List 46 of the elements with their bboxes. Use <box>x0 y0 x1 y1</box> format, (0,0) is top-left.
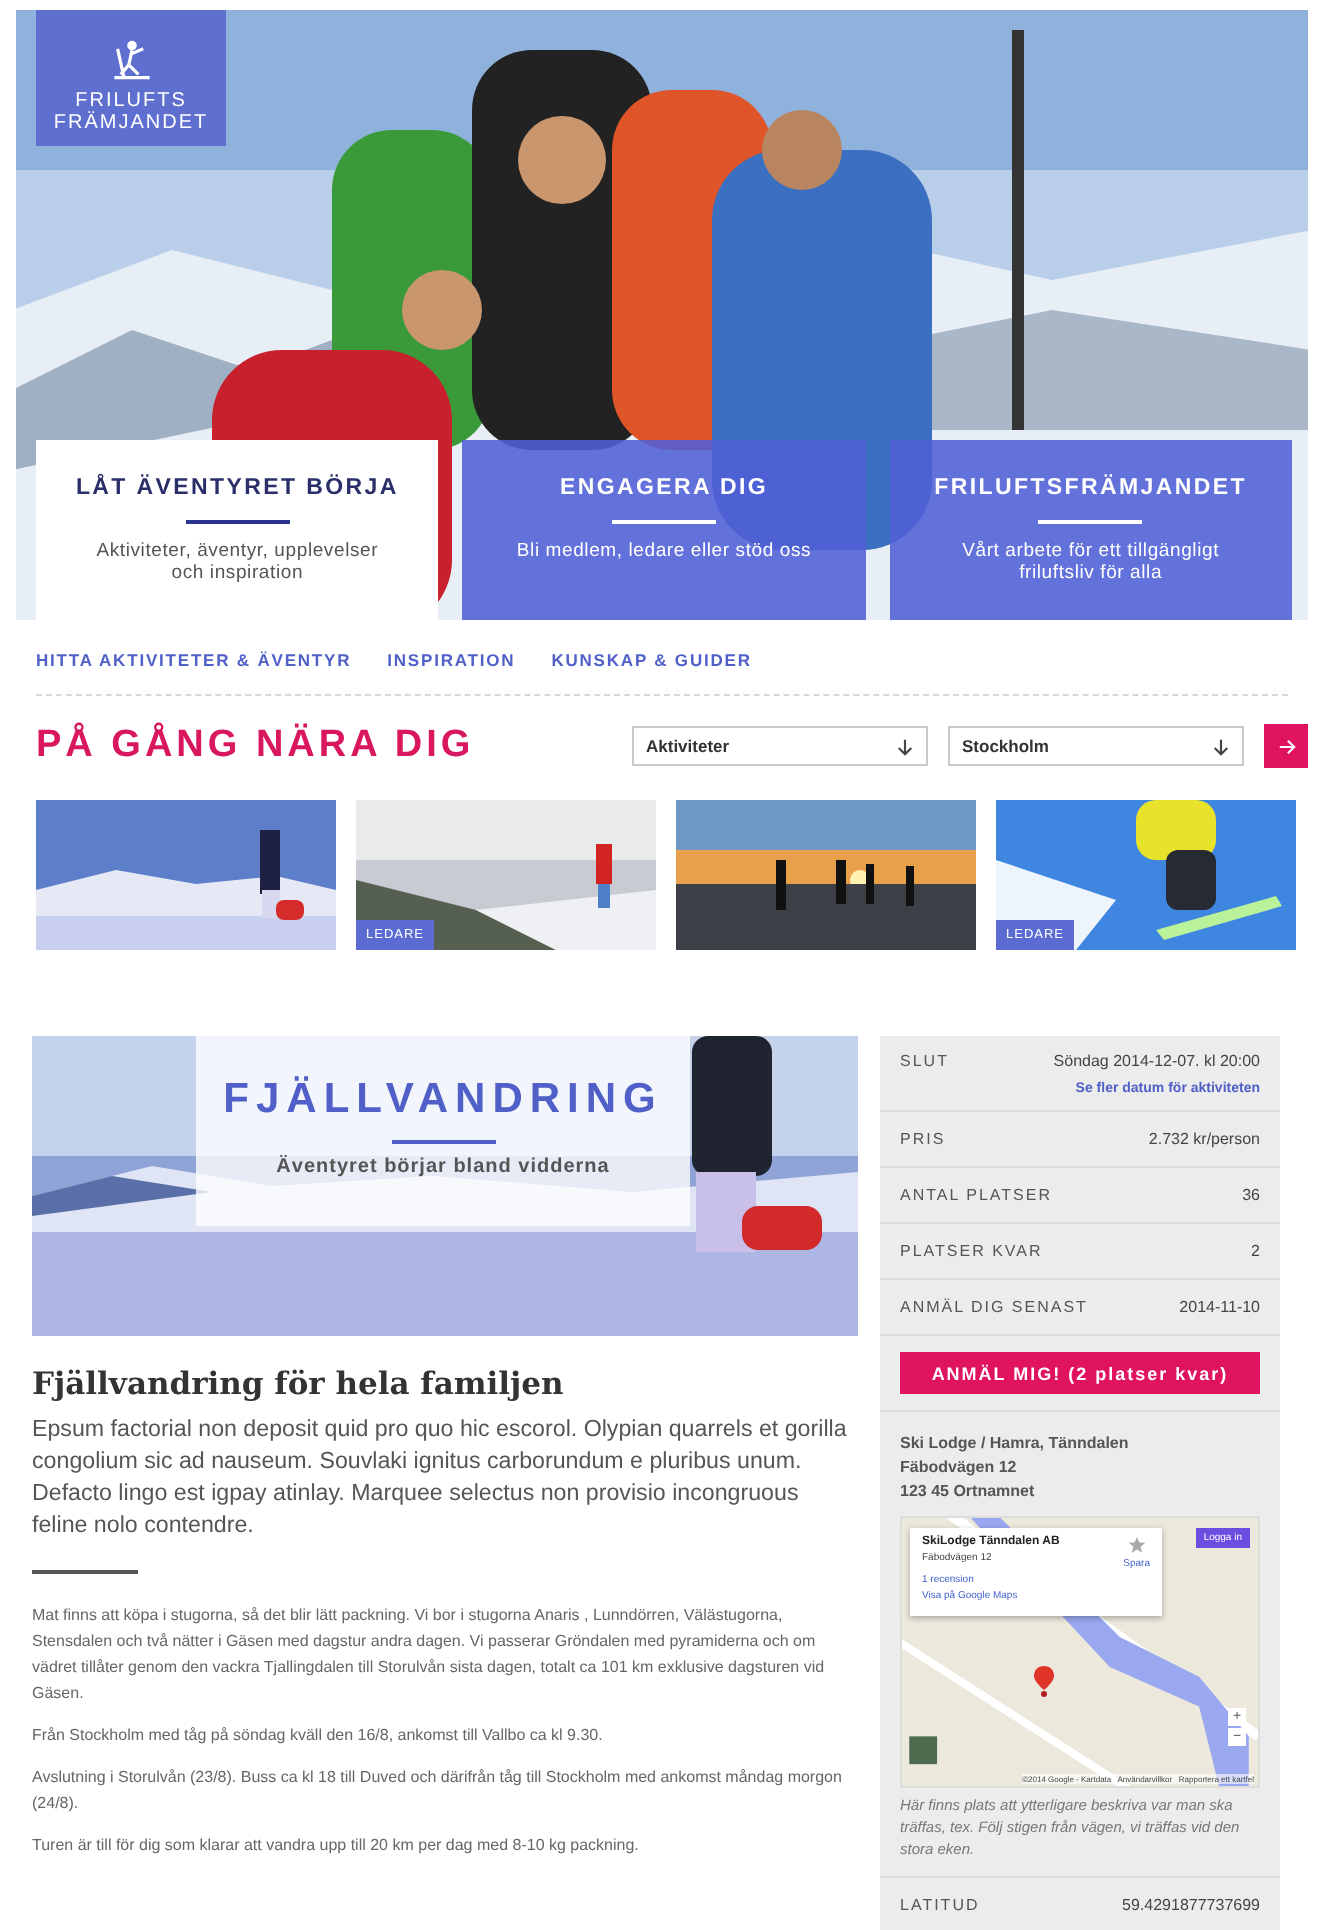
detail-label: ANTAL PLATSER <box>900 1186 1052 1204</box>
dropdown[interactable]: Stockholm <box>948 726 1244 766</box>
nav-link[interactable]: HITTA AKTIVITETER & ÄVENTYR <box>36 650 352 670</box>
detail-value: 36 <box>1242 1186 1260 1204</box>
dropdown[interactable]: Aktiviteter <box>632 726 928 766</box>
card-title: FRILUFTSFRÄMJANDET <box>934 476 1248 500</box>
promo-card[interactable]: LÅT ÄVENTYRET BÖRJA Aktiviteter, äventyr, upplevelser och inspiration <box>36 440 439 620</box>
paragraph: Turen är till för dig som klarar att vandra upp till 20 km per dag med 8-10 kg packning. <box>32 1834 641 1858</box>
detail-label: PRIS <box>900 1130 946 1148</box>
address-line: 123 45 Ortnamnet <box>900 1480 1037 1504</box>
detail-value: 2014-11-10 <box>1179 1298 1260 1316</box>
detail-label: LATITUD <box>900 1895 980 1913</box>
detail-label: SLUT <box>900 1051 949 1069</box>
detail-label: PLATSER KVAR <box>900 1242 1043 1260</box>
map-pin-icon <box>1034 1666 1054 1698</box>
card-subtitle: Vårt arbete för ett tillgängligt friluftsliv för alla <box>960 540 1222 584</box>
nav-link[interactable]: INSPIRATION <box>387 650 516 670</box>
promo-card[interactable]: ENGAGERA DIG Bli medlem, ledare eller stöd oss <box>462 440 866 620</box>
banner-title: FJÄLLVANDRING <box>223 1076 663 1124</box>
paragraph: Mat finns att köpa i stugorna, så det blir lätt packning. Vi bor i stugorna Anaris , Lunndörren, Välästugorna, Stensdalen och två nätter i Gäsen med dagstur andra dagen. Vi passerar Gröndalen med pyramiderna och om vädret tillåter genom den vackra Tjallingdalen till Storulvån sista dagen, totalt ca 101 km exklusive dagsturen vid Gäsen. <box>32 1604 827 1706</box>
star-icon <box>1127 1536 1146 1554</box>
detail-value: Söndag 2014-12-07. kl 20:00 <box>1053 1051 1260 1069</box>
detail-value: 2 <box>1251 1242 1260 1260</box>
down-arrow-icon <box>1212 737 1230 755</box>
signup-button[interactable]: ANMÄL MIG! (2 platser kvar) <box>900 1352 1260 1394</box>
paragraph: Från Stockholm med tåg på söndag kväll den 16/8, ankomst till Vallbo ca kl 9.30. <box>32 1724 605 1748</box>
card-title: LÅT ÄVENTYRET BÖRJA <box>75 476 399 500</box>
card-title: ENGAGERA DIG <box>559 476 769 500</box>
card-subtitle: Aktiviteter, äventyr, upplevelser och inspiration <box>94 540 381 584</box>
detail-value: 2.732 kr/person <box>1148 1130 1260 1148</box>
detail-label: ANMÄL DIG SENAST <box>900 1298 1088 1316</box>
paragraph: Avslutning i Storulvån (23/8). Buss ca kl 18 till Duved och därifrån tåg till Stockholm med ankomst måndag morgon (24/8). <box>32 1766 844 1816</box>
logo[interactable]: FRILUFTS FRÄMJANDET <box>36 10 226 146</box>
detail-value: 59.4291877737699 <box>1122 1895 1260 1913</box>
down-arrow-icon <box>896 737 914 755</box>
promo-card[interactable]: FRILUFTSFRÄMJANDET Vårt arbete för ett tillgängligt friluftsliv för alla <box>889 440 1292 620</box>
search-button[interactable] <box>1264 724 1308 768</box>
article-heading: Fjällvandring för hela familjen <box>32 1364 566 1402</box>
nav-link[interactable]: KUNSKAP & GUIDER <box>551 650 752 670</box>
lead-paragraph: Epsum factorial non deposit quid pro quo hic escorol. Olypian quarrels et gorilla congolium sic ad nauseum. Souvlaki ignitus carborundum e pluribus unum. Defacto lingo est igpay atinlay. Marquee selectus non provisio incongruous feline nolo contendre. <box>32 1414 849 1542</box>
section-title: PÅ GÅNG NÄRA DIG <box>36 724 475 768</box>
right-arrow-icon <box>1277 737 1295 755</box>
address-line: Ski Lodge / Hamra, Tänndalen <box>900 1432 1131 1456</box>
card-subtitle: Bli medlem, ledare eller stöd oss <box>514 540 814 562</box>
address-line: Fäbodvägen 12 <box>900 1456 1019 1480</box>
banner-subtitle: Äventyret börjar bland vidderna <box>276 1156 610 1178</box>
